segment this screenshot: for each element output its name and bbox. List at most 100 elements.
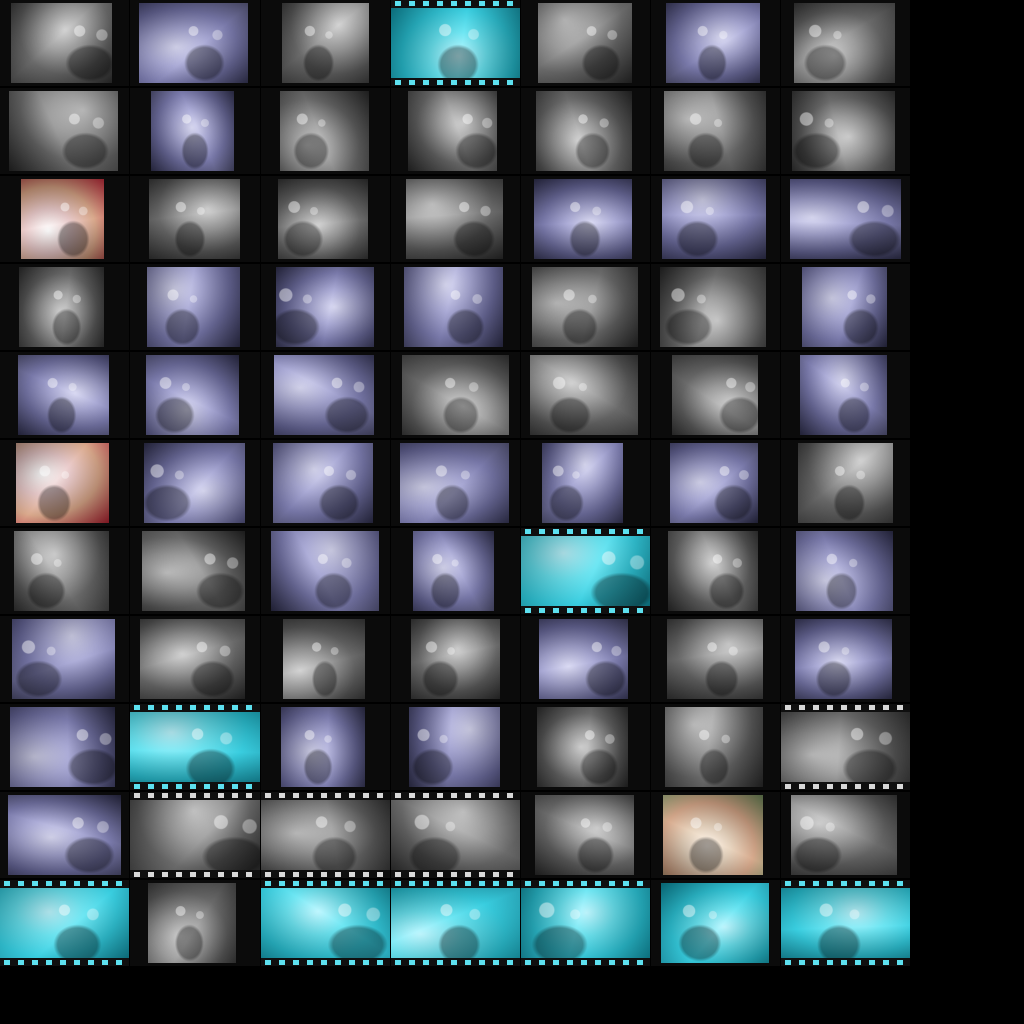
photo-image bbox=[661, 883, 769, 963]
film-frame-r2-c4 bbox=[391, 88, 520, 174]
film-frame-r3-c7 bbox=[781, 176, 910, 262]
film-frame-r7-c5 bbox=[521, 528, 650, 614]
photo-image bbox=[670, 443, 758, 523]
film-frame-r8-c1 bbox=[0, 616, 129, 702]
film-frame-r2-c6 bbox=[651, 88, 780, 174]
film-frame-r10-c6 bbox=[651, 792, 780, 878]
film-sprocket-holes bbox=[521, 958, 650, 966]
film-sprocket-holes bbox=[391, 792, 520, 800]
photo-image bbox=[798, 443, 893, 523]
photo-image bbox=[413, 531, 494, 611]
photo-image bbox=[130, 704, 260, 790]
film-frame-r10-c3 bbox=[261, 792, 390, 878]
photo-image bbox=[151, 91, 234, 171]
film-frame-r8-c2 bbox=[130, 616, 260, 702]
film-sprocket-holes bbox=[261, 958, 390, 966]
photo-image bbox=[148, 883, 236, 963]
photo-image bbox=[400, 443, 509, 523]
film-frame-r3-c1 bbox=[0, 176, 129, 262]
film-frame-r1-c2 bbox=[130, 0, 260, 86]
contact-sheet bbox=[0, 0, 910, 968]
film-frame-r7-c4 bbox=[391, 528, 520, 614]
film-frame-r5-c5 bbox=[521, 352, 650, 438]
photo-image bbox=[542, 443, 623, 523]
film-frame-r5-c2 bbox=[130, 352, 260, 438]
film-frame-r5-c6 bbox=[651, 352, 780, 438]
film-frame-r9-c5 bbox=[521, 704, 650, 790]
film-frame-r1-c7 bbox=[781, 0, 910, 86]
photo-image bbox=[283, 619, 365, 699]
film-frame-r7-c1 bbox=[0, 528, 129, 614]
film-frame-r7-c2 bbox=[130, 528, 260, 614]
film-frame-r4-c1 bbox=[0, 264, 129, 350]
film-frame-r4-c5 bbox=[521, 264, 650, 350]
photo-image bbox=[281, 707, 365, 787]
film-frame-r10-c7 bbox=[781, 792, 910, 878]
photo-image bbox=[411, 619, 500, 699]
film-frame-r9-c3 bbox=[261, 704, 390, 790]
film-sprocket-holes bbox=[781, 704, 910, 712]
film-frame-r1-c3 bbox=[261, 0, 390, 86]
film-sprocket-holes bbox=[130, 782, 260, 790]
photo-image bbox=[271, 531, 379, 611]
film-sprocket-holes bbox=[391, 78, 520, 86]
film-frame-r11-c3 bbox=[261, 880, 390, 966]
film-sprocket-holes bbox=[521, 606, 650, 614]
photo-image bbox=[16, 443, 109, 523]
film-sprocket-holes bbox=[391, 880, 520, 888]
film-frame-r2-c7 bbox=[781, 88, 910, 174]
photo-image bbox=[19, 267, 104, 347]
film-frame-r6-c2 bbox=[130, 440, 260, 526]
film-frame-r5-c1 bbox=[0, 352, 129, 438]
photo-image bbox=[664, 91, 766, 171]
photo-image bbox=[282, 3, 369, 83]
film-frame-r6-c1 bbox=[0, 440, 129, 526]
photo-image bbox=[791, 795, 897, 875]
film-frame-r1-c6 bbox=[651, 0, 780, 86]
film-frame-r6-c7 bbox=[781, 440, 910, 526]
photo-image bbox=[10, 707, 115, 787]
film-frame-r8-c4 bbox=[391, 616, 520, 702]
photo-image bbox=[139, 3, 248, 83]
film-frame-r5-c3 bbox=[261, 352, 390, 438]
film-frame-r4-c6 bbox=[651, 264, 780, 350]
photo-image bbox=[130, 792, 260, 878]
photo-image bbox=[14, 531, 109, 611]
photo-image bbox=[535, 795, 634, 875]
photo-image bbox=[790, 179, 901, 259]
film-frame-r11-c6 bbox=[651, 880, 780, 966]
photo-image bbox=[536, 91, 632, 171]
photo-image bbox=[781, 704, 910, 790]
film-frame-r7-c3 bbox=[261, 528, 390, 614]
film-sprocket-holes bbox=[781, 958, 910, 966]
film-frame-r10-c5 bbox=[521, 792, 650, 878]
film-sprocket-holes bbox=[0, 958, 129, 966]
film-frame-r8-c5 bbox=[521, 616, 650, 702]
photo-image bbox=[21, 179, 104, 259]
photo-image bbox=[408, 91, 497, 171]
photo-image bbox=[660, 267, 766, 347]
film-frame-r7-c7 bbox=[781, 528, 910, 614]
film-frame-r2-c5 bbox=[521, 88, 650, 174]
film-frame-r10-c1 bbox=[0, 792, 129, 878]
photo-image bbox=[146, 355, 239, 435]
photo-image bbox=[802, 267, 887, 347]
photo-image bbox=[278, 179, 368, 259]
film-sprocket-holes bbox=[521, 528, 650, 536]
film-frame-r11-c7 bbox=[781, 880, 910, 966]
film-frame-r11-c5 bbox=[521, 880, 650, 966]
film-frame-r7-c6 bbox=[651, 528, 780, 614]
photo-image bbox=[261, 792, 390, 878]
film-frame-r4-c2 bbox=[130, 264, 260, 350]
photo-image bbox=[9, 91, 118, 171]
film-frame-r3-c2 bbox=[130, 176, 260, 262]
film-frame-r8-c3 bbox=[261, 616, 390, 702]
photo-image bbox=[273, 443, 373, 523]
photo-image bbox=[666, 3, 760, 83]
photo-image bbox=[0, 880, 129, 966]
film-frame-r9-c1 bbox=[0, 704, 129, 790]
film-frame-r4-c3 bbox=[261, 264, 390, 350]
film-frame-r10-c4 bbox=[391, 792, 520, 878]
photo-image bbox=[409, 707, 500, 787]
film-frame-r6-c3 bbox=[261, 440, 390, 526]
